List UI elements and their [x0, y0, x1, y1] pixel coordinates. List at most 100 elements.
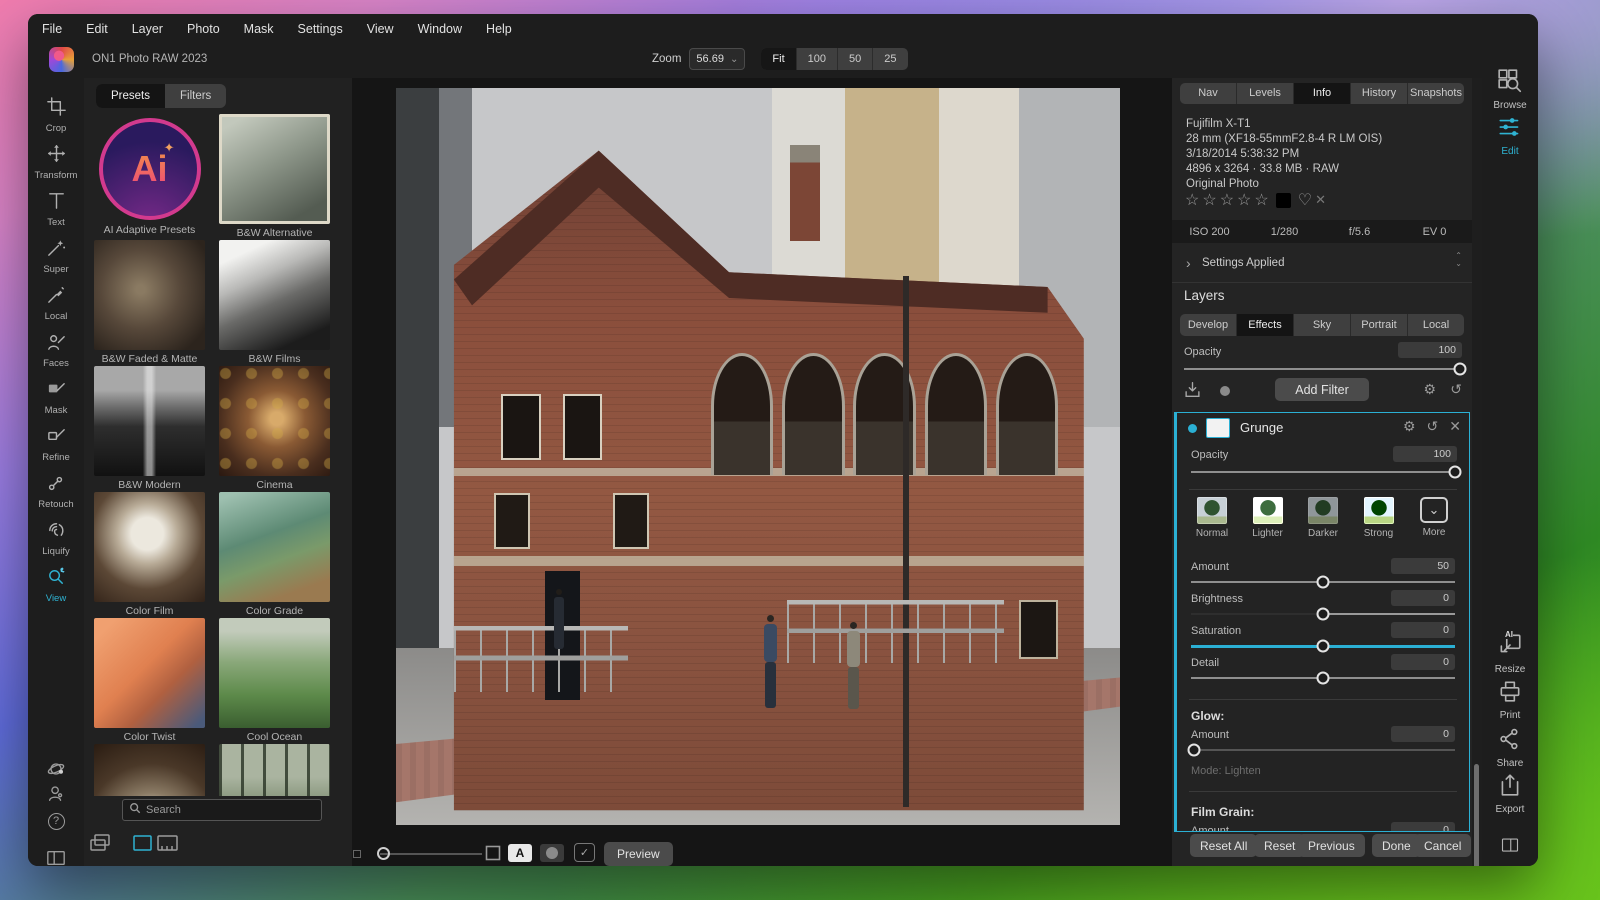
star-icon[interactable]: ☆	[1185, 190, 1199, 210]
tab-info[interactable]: Info	[1294, 83, 1351, 104]
soft-proof-button[interactable]	[540, 844, 564, 862]
filter-enabled-dot[interactable]	[1188, 424, 1197, 433]
preset-item-color-film[interactable]: Color Film	[94, 492, 205, 618]
tab-nav[interactable]: Nav	[1180, 83, 1237, 104]
float-windows-button[interactable]	[89, 833, 112, 858]
tab-history[interactable]: History	[1351, 83, 1408, 104]
tab-portrait[interactable]: Portrait	[1351, 314, 1408, 336]
canvas-zoom-slider[interactable]	[370, 846, 482, 860]
amount-value[interactable]: 50	[1391, 558, 1455, 574]
tab-filters[interactable]: Filters	[165, 84, 226, 108]
menu-mask[interactable]: Mask	[244, 22, 274, 36]
add-filter-button[interactable]: Add Filter	[1275, 378, 1369, 401]
saturation-value[interactable]: 0	[1391, 622, 1455, 638]
tool-local[interactable]: Local	[28, 284, 84, 322]
expand-chevrons-icon[interactable]: ⌃ ⌄	[1455, 252, 1462, 268]
browse-module-button[interactable]: Browse	[1482, 68, 1538, 111]
help-button[interactable]: ?	[28, 811, 84, 830]
style-strong[interactable]: Strong	[1356, 497, 1402, 539]
zoom-25-button[interactable]: 25	[873, 48, 907, 70]
filter-opacity-value[interactable]: 100	[1393, 446, 1457, 462]
tab-local[interactable]: Local	[1408, 314, 1464, 336]
layers-opacity-slider[interactable]	[1184, 362, 1460, 376]
search-input[interactable]	[146, 804, 315, 816]
menu-photo[interactable]: Photo	[187, 22, 220, 36]
tool-view[interactable]: View	[28, 566, 84, 604]
export-module-button[interactable]: Export	[1482, 772, 1538, 815]
effects-reset-button[interactable]: ↺	[1450, 382, 1462, 396]
glow-amount-value[interactable]: 0	[1391, 726, 1455, 742]
saturation-slider[interactable]	[1191, 639, 1455, 653]
preset-item-partial-left[interactable]	[94, 744, 205, 796]
tab-develop[interactable]: Develop	[1180, 314, 1237, 336]
tool-transform[interactable]: Transform	[28, 143, 84, 181]
layers-opacity-value[interactable]: 100	[1398, 342, 1462, 358]
tool-crop[interactable]: Crop	[28, 96, 84, 134]
star-icon[interactable]: ☆	[1254, 190, 1268, 210]
preset-item-bw-faded-matte[interactable]: B&W Faded & Matte	[94, 240, 205, 366]
toggle-right-panel-button[interactable]	[1482, 836, 1538, 859]
preset-item-color-twist[interactable]: Color Twist	[94, 618, 205, 744]
right-panel-scrollbar[interactable]	[1474, 764, 1479, 866]
slider-knob[interactable]	[1317, 672, 1330, 685]
star-icon[interactable]: ☆	[1202, 190, 1216, 210]
toggle-left-panel-button[interactable]	[28, 848, 84, 866]
tool-text[interactable]: Text	[28, 190, 84, 228]
filter-mask-thumbnail[interactable]	[1206, 418, 1230, 438]
zoom-value-dropdown[interactable]: 56.69 ⌄	[689, 48, 745, 70]
detail-slider[interactable]	[1191, 671, 1455, 685]
tab-levels[interactable]: Levels	[1237, 83, 1294, 104]
tool-liquify[interactable]: Liquify	[28, 519, 84, 557]
tool-mask[interactable]: Mask	[28, 378, 84, 416]
account-button[interactable]	[28, 783, 84, 808]
filter-reset-button[interactable]: ↺	[1427, 419, 1439, 433]
resize-module-button[interactable]: AI Resize	[1482, 632, 1538, 675]
tab-effects[interactable]: Effects	[1237, 314, 1294, 336]
slider-knob[interactable]	[1317, 576, 1330, 589]
preset-item-partial-right[interactable]	[219, 744, 330, 796]
filmstrip-view-button[interactable]	[156, 833, 179, 858]
slider-knob[interactable]	[1187, 744, 1200, 757]
tab-sky[interactable]: Sky	[1294, 314, 1351, 336]
menu-help[interactable]: Help	[486, 22, 512, 36]
menu-view[interactable]: View	[367, 22, 394, 36]
preset-item-color-grade[interactable]: Color Grade	[219, 492, 330, 618]
slider-knob[interactable]	[1317, 640, 1330, 653]
menu-edit[interactable]: Edit	[86, 22, 108, 36]
print-module-button[interactable]: Print	[1482, 678, 1538, 721]
tool-super[interactable]: Super	[28, 237, 84, 275]
share-module-button[interactable]: Share	[1482, 726, 1538, 769]
effects-options-button[interactable]: ⚙	[1423, 382, 1436, 396]
glow-mode-label[interactable]: Mode: Lighten	[1191, 765, 1261, 777]
film-grain-amount-value[interactable]: 0	[1391, 822, 1455, 832]
tab-presets[interactable]: Presets	[96, 84, 165, 108]
star-icon[interactable]: ☆	[1220, 190, 1234, 210]
brightness-value[interactable]: 0	[1391, 590, 1455, 606]
tab-snapshots[interactable]: Snapshots	[1408, 83, 1464, 104]
filter-delete-button[interactable]: ✕	[1449, 419, 1461, 433]
reject-icon[interactable]: ✕	[1315, 192, 1326, 208]
star-icon[interactable]: ☆	[1237, 190, 1251, 210]
filter-opacity-slider[interactable]	[1191, 465, 1455, 479]
previous-button[interactable]: Previous	[1298, 834, 1365, 857]
amount-slider[interactable]	[1191, 575, 1455, 589]
preset-item-cool-ocean[interactable]: Cool Ocean	[219, 618, 330, 744]
export-layer-button[interactable]	[1182, 380, 1203, 403]
zoom-50-button[interactable]: 50	[838, 48, 873, 70]
slider-knob[interactable]	[1449, 466, 1462, 479]
tool-refine[interactable]: Refine	[28, 425, 84, 463]
filter-name[interactable]: Grunge	[1240, 420, 1283, 435]
compare-view-button[interactable]	[484, 844, 502, 866]
original-compare-button[interactable]: A	[508, 844, 532, 862]
style-more[interactable]: ⌄ More	[1411, 497, 1457, 539]
reset-all-button[interactable]: Reset All	[1190, 834, 1257, 857]
slider-knob[interactable]	[1454, 363, 1467, 376]
menu-file[interactable]: File	[42, 22, 62, 36]
edit-module-button[interactable]: Edit	[1482, 114, 1538, 157]
zoom-100-button[interactable]: 100	[797, 48, 838, 70]
menu-window[interactable]: Window	[418, 22, 462, 36]
color-label-swatch[interactable]	[1276, 193, 1291, 208]
tool-faces[interactable]: Faces	[28, 331, 84, 369]
sync-button[interactable]	[28, 759, 84, 784]
preset-item-bw-alternative[interactable]: B&W Alternative	[219, 114, 330, 240]
